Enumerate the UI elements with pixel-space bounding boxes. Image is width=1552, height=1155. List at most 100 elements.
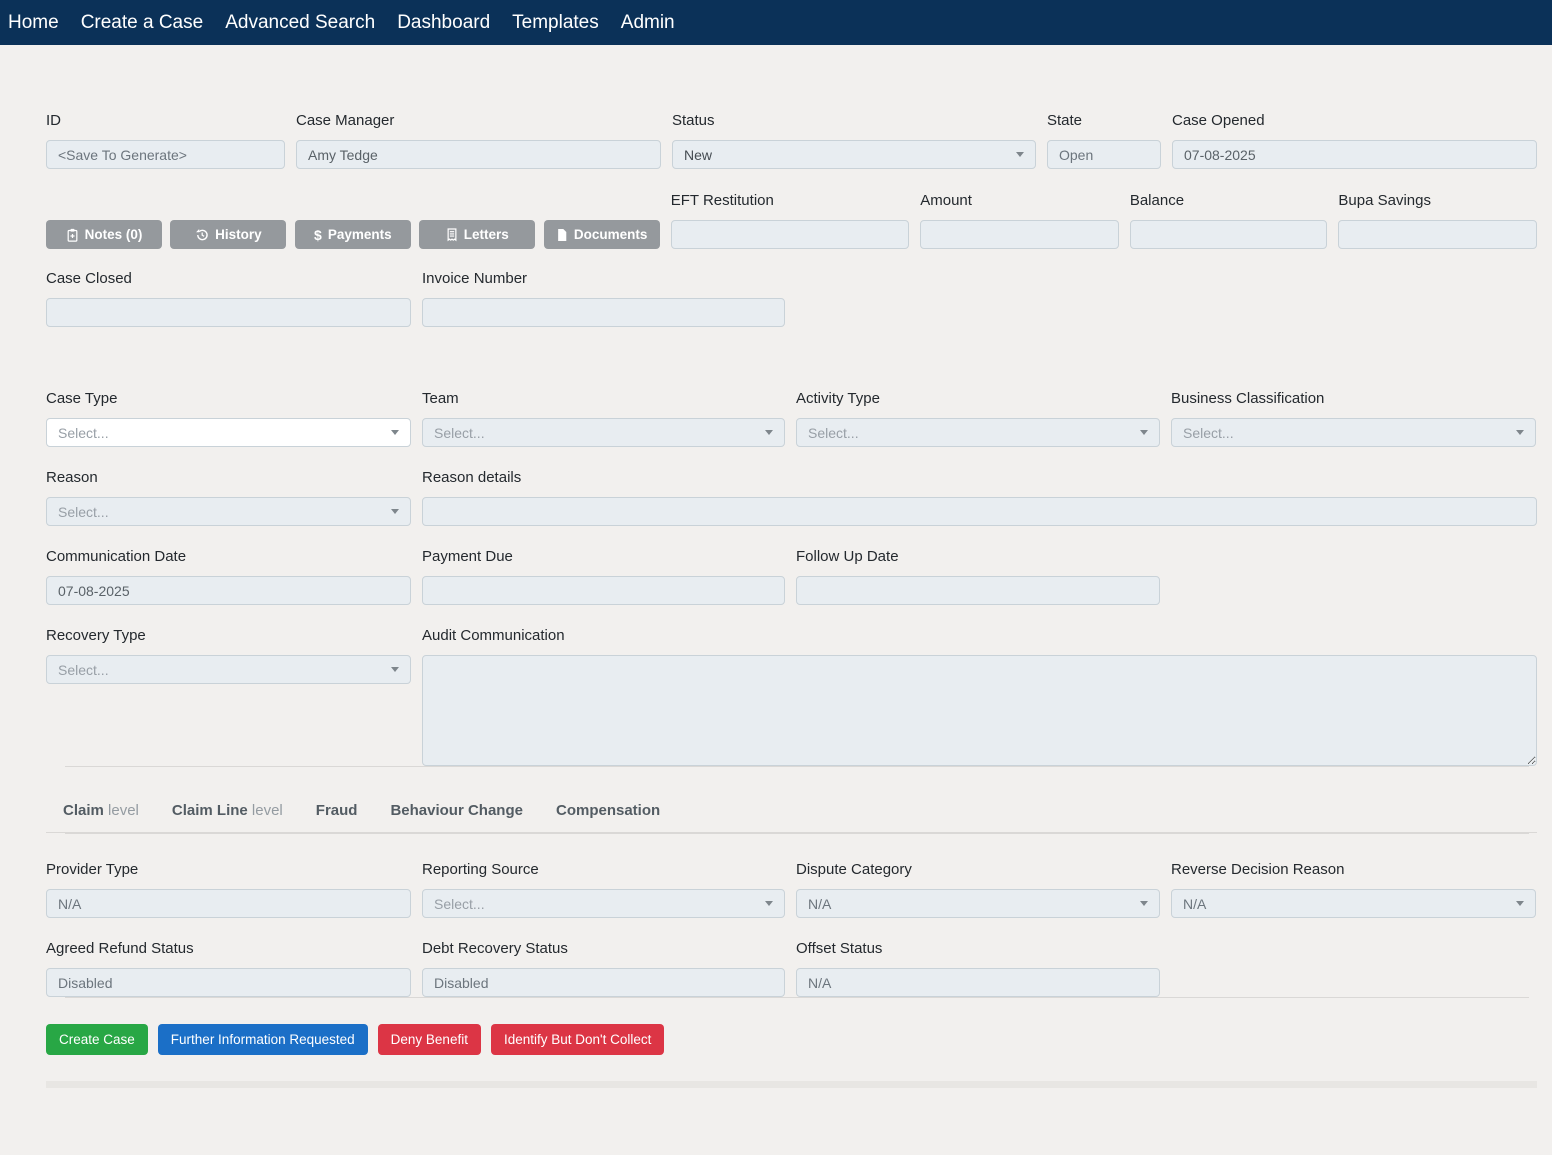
activity-type-select[interactable]: Select...	[796, 418, 1160, 447]
debt-recovery-status-field[interactable]: Disabled	[422, 968, 785, 997]
payment-due-label: Payment Due	[422, 546, 785, 568]
chevron-down-icon	[1516, 430, 1524, 435]
state-field[interactable]: Open	[1047, 140, 1161, 169]
follow-up-date-label: Follow Up Date	[796, 546, 1160, 568]
reverse-decision-reason-select[interactable]: N/A	[1171, 889, 1536, 918]
row-closure: Case Closed Invoice Number	[46, 268, 1537, 327]
row-claim-details-1: Provider Type N/A Reporting Source Selec…	[46, 859, 1537, 918]
payments-button-label: Payments	[328, 227, 392, 242]
tab-claim-line-level[interactable]: Claim Line level	[172, 800, 283, 822]
nav-dashboard[interactable]: Dashboard	[397, 0, 490, 45]
deny-benefit-button[interactable]: Deny Benefit	[378, 1024, 481, 1055]
bupa-savings-label: Bupa Savings	[1338, 190, 1537, 212]
case-type-select[interactable]: Select...	[46, 418, 411, 447]
notes-button[interactable]: Notes (0)	[46, 220, 162, 249]
case-closed-field[interactable]	[46, 298, 411, 327]
reason-details-field[interactable]	[422, 497, 1537, 526]
tab-behaviour-change[interactable]: Behaviour Change	[390, 800, 523, 822]
agreed-refund-status-label: Agreed Refund Status	[46, 938, 411, 960]
nav-home[interactable]: Home	[8, 0, 59, 45]
recovery-type-select[interactable]: Select...	[46, 655, 411, 684]
page-bottom-strip	[46, 1081, 1537, 1088]
nav-advanced-search[interactable]: Advanced Search	[225, 0, 375, 45]
tab-compensation[interactable]: Compensation	[556, 800, 660, 822]
chevron-down-icon	[391, 509, 399, 514]
provider-type-field[interactable]: N/A	[46, 889, 411, 918]
communication-date-label: Communication Date	[46, 546, 411, 568]
status-select[interactable]: New	[672, 140, 1036, 169]
history-button[interactable]: History	[170, 220, 286, 249]
tab-label-suffix: level	[248, 802, 283, 819]
payment-due-field[interactable]	[422, 576, 785, 605]
nav-templates[interactable]: Templates	[512, 0, 599, 45]
activity-type-value: Select...	[808, 425, 1132, 441]
amount-field[interactable]	[920, 220, 1119, 249]
offset-status-field[interactable]: N/A	[796, 968, 1160, 997]
row-identity: ID <Save To Generate> Case Manager Amy T…	[46, 110, 1537, 169]
row-classification: Case Type Select... Team Select... Activ…	[46, 388, 1537, 447]
tab-fraud[interactable]: Fraud	[316, 800, 358, 822]
team-label: Team	[422, 388, 785, 410]
documents-button-label: Documents	[574, 227, 648, 242]
case-opened-label: Case Opened	[1172, 110, 1537, 132]
identify-but-dont-collect-button[interactable]: Identify But Don't Collect	[491, 1024, 664, 1055]
id-field[interactable]: <Save To Generate>	[46, 140, 285, 169]
divider	[65, 997, 1529, 998]
status-label: Status	[672, 110, 1036, 132]
further-information-requested-button[interactable]: Further Information Requested	[158, 1024, 368, 1055]
reverse-decision-reason-label: Reverse Decision Reason	[1171, 859, 1536, 881]
reason-details-label: Reason details	[422, 467, 1537, 489]
divider	[65, 833, 1529, 834]
team-value: Select...	[434, 425, 757, 441]
nav-admin[interactable]: Admin	[621, 0, 675, 45]
documents-button[interactable]: Documents	[544, 220, 660, 249]
case-manager-label: Case Manager	[296, 110, 661, 132]
row-recovery-audit: Recovery Type Select... Audit Communicat…	[46, 625, 1537, 766]
state-label: State	[1047, 110, 1161, 132]
team-select[interactable]: Select...	[422, 418, 785, 447]
case-type-label: Case Type	[46, 388, 411, 410]
case-manager-field[interactable]: Amy Tedge	[296, 140, 661, 169]
chevron-down-icon	[1516, 901, 1524, 906]
agreed-refund-status-field[interactable]: Disabled	[46, 968, 411, 997]
create-case-button[interactable]: Create Case	[46, 1024, 148, 1055]
payments-button[interactable]: $ Payments	[295, 220, 411, 249]
audit-communication-textarea[interactable]	[422, 655, 1537, 766]
tab-claim-level[interactable]: Claim level	[63, 800, 139, 822]
case-closed-label: Case Closed	[46, 268, 411, 290]
offset-status-value: N/A	[808, 975, 1148, 991]
eft-restitution-field[interactable]	[671, 220, 910, 249]
chevron-down-icon	[391, 430, 399, 435]
business-classification-select[interactable]: Select...	[1171, 418, 1536, 447]
debt-recovery-status-value: Disabled	[434, 975, 773, 991]
invoice-number-field[interactable]	[422, 298, 785, 327]
reason-value: Select...	[58, 504, 383, 520]
communication-date-value: 07-08-2025	[58, 583, 399, 599]
tab-label-suffix: level	[104, 802, 139, 819]
balance-field[interactable]	[1130, 220, 1328, 249]
letters-button[interactable]: Letters	[419, 220, 535, 249]
case-type-value: Select...	[58, 425, 383, 441]
follow-up-date-field[interactable]	[796, 576, 1160, 605]
reporting-source-select[interactable]: Select...	[422, 889, 785, 918]
business-classification-value: Select...	[1183, 425, 1508, 441]
communication-date-field[interactable]: 07-08-2025	[46, 576, 411, 605]
chevron-down-icon	[1140, 901, 1148, 906]
invoice-number-label: Invoice Number	[422, 268, 785, 290]
reason-label: Reason	[46, 467, 411, 489]
action-bar: Create Case Further Information Requeste…	[46, 1024, 1537, 1055]
tab-label: Compensation	[556, 802, 660, 819]
activity-type-label: Activity Type	[796, 388, 1160, 410]
dispute-category-value: N/A	[808, 896, 1132, 912]
tab-label: Claim Line	[172, 802, 248, 819]
reason-select[interactable]: Select...	[46, 497, 411, 526]
dispute-category-select[interactable]: N/A	[796, 889, 1160, 918]
id-value: <Save To Generate>	[58, 147, 273, 163]
row-toolbar-amounts: Notes (0) History $ Payments Letters	[46, 190, 1537, 249]
case-manager-value: Amy Tedge	[308, 147, 649, 163]
case-form: ID <Save To Generate> Case Manager Amy T…	[0, 110, 1552, 1088]
recovery-type-label: Recovery Type	[46, 625, 411, 647]
case-opened-field[interactable]: 07-08-2025	[1172, 140, 1537, 169]
nav-create-a-case[interactable]: Create a Case	[81, 0, 204, 45]
bupa-savings-field[interactable]	[1338, 220, 1537, 249]
